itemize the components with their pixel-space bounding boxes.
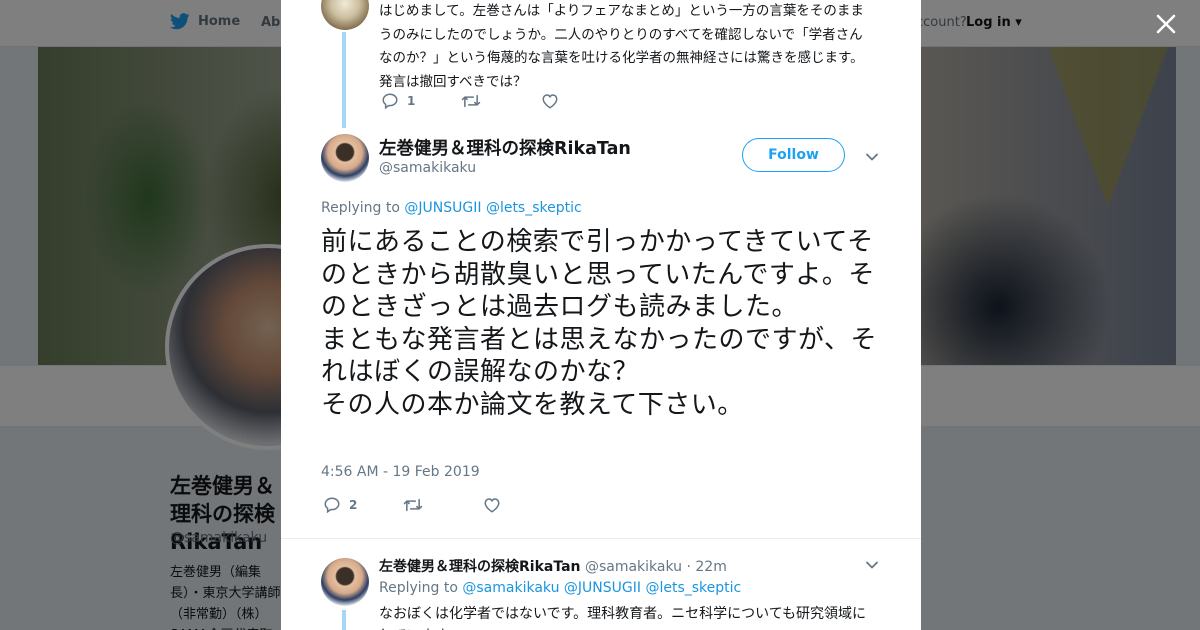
like-icon	[542, 94, 558, 109]
tweet-timestamp[interactable]: 4:56 AM - 19 Feb 2019	[321, 464, 480, 480]
like-icon	[484, 498, 500, 513]
close-icon	[1156, 14, 1176, 34]
ancestor-tweet-actions: 1	[381, 92, 567, 110]
tweet-text: 前にあることの検索で引っかかってきていてそのときから胡散臭いと思っていたんですよ…	[321, 227, 877, 420]
mention-link[interactable]: @JUNSUGII	[404, 200, 481, 216]
replying-to-prefix: Replying to	[321, 200, 400, 216]
mention-link[interactable]: @JUNSUGII	[564, 580, 641, 596]
thread-connector	[342, 32, 346, 128]
replying-to-prefix: Replying to	[379, 580, 458, 596]
like-button[interactable]	[541, 92, 567, 110]
avatar[interactable]	[321, 134, 369, 182]
reply-tweet-header: 左巻健男＆理科の探検RikaTan @samakikaku · 22m	[379, 556, 727, 576]
retweet-button[interactable]	[403, 496, 483, 514]
tweet-author-name[interactable]: 左巻健男＆理科の探検RikaTan	[379, 135, 631, 160]
reply-author-handle[interactable]: @samakikaku	[585, 559, 682, 575]
reply-author-name[interactable]: 左巻健男＆理科の探検RikaTan	[379, 559, 581, 575]
reply-time[interactable]: · 22m	[686, 559, 726, 575]
like-button[interactable]	[483, 496, 509, 514]
mention-link[interactable]: @samakikaku	[462, 580, 559, 596]
thread-connector	[342, 610, 346, 630]
reply-tweet-text: なおぼくは化学者ではないです。理科教育者。ニセ科学についても研究領域にしています…	[379, 606, 867, 630]
follow-button[interactable]: Follow	[742, 138, 845, 172]
ancestor-tweet-text: はじめまして。左巻さんは「よりフェアなまとめ」という一方の言葉をそのままうのみに…	[379, 3, 864, 90]
tweet-permalink-modal: はじめまして。左巻さんは「よりフェアなまとめ」という一方の言葉をそのままうのみに…	[281, 0, 921, 630]
reply-icon	[324, 497, 340, 514]
reply-count: 2	[349, 498, 358, 512]
reply-button[interactable]: 1	[381, 92, 461, 110]
reply-count: 1	[407, 94, 416, 108]
divider	[281, 538, 921, 539]
reply-icon	[382, 93, 398, 110]
replying-to: Replying to @samakikaku @JUNSUGII @lets_…	[379, 580, 741, 596]
close-button[interactable]	[1150, 8, 1182, 40]
reply-button[interactable]: 2	[323, 496, 403, 514]
avatar[interactable]	[321, 0, 369, 30]
chevron-down-icon[interactable]	[865, 558, 879, 572]
chevron-down-icon[interactable]	[865, 150, 879, 164]
retweet-icon	[403, 498, 423, 512]
mention-link[interactable]: @lets_skeptic	[645, 580, 741, 596]
retweet-button[interactable]	[461, 92, 541, 110]
avatar[interactable]	[321, 558, 369, 606]
tweet-author-handle[interactable]: @samakikaku	[379, 160, 476, 176]
mention-link[interactable]: @lets_skeptic	[486, 200, 582, 216]
tweet-actions: 2	[323, 496, 509, 514]
retweet-icon	[461, 94, 481, 108]
replying-to: Replying to @JUNSUGII @lets_skeptic	[321, 200, 582, 216]
